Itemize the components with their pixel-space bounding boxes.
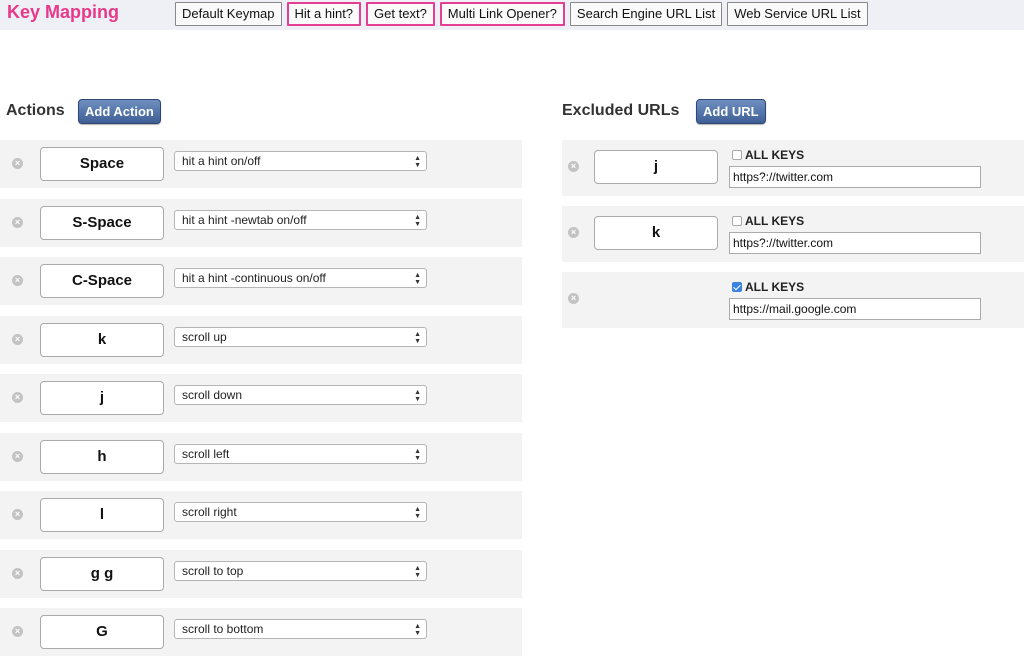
action-select-value: hit a hint on/off	[182, 154, 261, 168]
key-input[interactable]: h	[40, 439, 164, 474]
remove-circle-icon[interactable]: ×	[12, 450, 23, 462]
all-keys-toggle[interactable]: ALL KEYS	[732, 148, 804, 162]
up-down-arrow-icon: ▲ ▼	[414, 623, 421, 637]
action-row: × k scroll up ▲ ▼	[0, 315, 522, 364]
action-select-value: scroll down	[182, 388, 243, 402]
tab-web-service-url-list[interactable]: Web Service URL List	[727, 2, 868, 26]
action-select[interactable]: scroll to bottom ▲ ▼	[174, 619, 427, 639]
key-input[interactable]: G	[40, 615, 164, 649]
all-keys-toggle[interactable]: ALL KEYS	[732, 280, 804, 294]
remove-circle-icon[interactable]: ×	[568, 227, 579, 238]
all-keys-label: ALL KEYS	[745, 214, 805, 228]
action-select-value: hit a hint -newtab on/off	[182, 212, 307, 227]
action-select[interactable]: scroll left ▲ ▼	[174, 443, 427, 464]
up-down-arrow-icon: ▲ ▼	[414, 272, 421, 286]
key-input[interactable]: g g	[40, 556, 164, 591]
remove-circle-icon[interactable]: ×	[12, 216, 23, 228]
all-keys-checkbox[interactable]	[732, 282, 742, 292]
action-row: × Gscroll to bottom ▲ ▼	[0, 608, 522, 656]
action-select-value: scroll up	[182, 329, 227, 344]
action-select-value: scroll to top	[182, 563, 244, 578]
nav-tabs: Default Keymap Hit a hint? Get text? Multi …	[175, 2, 868, 26]
top-bar: Key Mapping Default Keymap Hit a hint? Get…	[0, 0, 1024, 30]
key-input[interactable]: l	[40, 498, 164, 532]
action-row: × j scroll down ▲ ▼	[0, 374, 522, 422]
remove-circle-icon[interactable]: ×	[12, 333, 23, 345]
remove-circle-icon[interactable]: ×	[12, 275, 23, 286]
action-row: × l scroll right ▲ ▼	[0, 491, 522, 539]
add-url-button[interactable]: Add URL	[696, 99, 766, 124]
action-row: × S-Space hit a hint -newtab on/off ▲ ▼	[0, 198, 522, 247]
page-title: Key Mapping	[7, 2, 120, 22]
action-select-value: scroll to bottom	[182, 622, 264, 636]
all-keys-label: ALL KEYS	[745, 280, 805, 294]
action-select[interactable]: scroll to top ▲ ▼	[174, 560, 427, 581]
all-keys-label: ALL KEYS	[745, 148, 805, 162]
excluded-url-row: × j ALL KEYS https?://twitter.com	[562, 140, 1024, 196]
excluded-url-row: × ALL KEYS https://mail.google.com	[562, 272, 1024, 328]
key-input[interactable]: k	[40, 322, 164, 357]
action-select-value: scroll right	[182, 505, 237, 519]
action-row: × Space hit a hint on/off ▲ ▼	[0, 140, 522, 188]
up-down-arrow-icon: ▲ ▼	[414, 330, 421, 345]
remove-circle-icon[interactable]: ×	[568, 161, 579, 172]
action-select[interactable]: scroll up ▲ ▼	[174, 326, 427, 347]
remove-circle-icon[interactable]: ×	[12, 626, 23, 637]
tab-search-engine-url-list[interactable]: Search Engine URL List	[569, 2, 723, 26]
action-row: × C-Space hit a hint -continuous on/off ▲ ▼	[0, 257, 522, 305]
action-select-value: hit a hint -continuous on/off	[182, 271, 326, 285]
key-input[interactable]: k	[594, 216, 718, 250]
up-down-arrow-icon: ▲ ▼	[414, 447, 421, 462]
remove-circle-icon[interactable]: ×	[12, 509, 23, 520]
excluded-url-row: × k ALL KEYS https?://twitter.com	[562, 206, 1024, 262]
up-down-arrow-icon: ▲ ▼	[414, 155, 421, 169]
remove-circle-icon[interactable]: ×	[12, 158, 23, 169]
all-keys-toggle[interactable]: ALL KEYS	[732, 214, 804, 228]
url-pattern-input[interactable]: https?://twitter.com	[729, 166, 981, 188]
key-input[interactable]: j	[40, 381, 164, 415]
remove-circle-icon[interactable]: ×	[12, 392, 23, 403]
all-keys-checkbox[interactable]	[732, 216, 742, 226]
url-pattern-input[interactable]: https://mail.google.com	[729, 298, 981, 320]
tab-get-text[interactable]: Get text?	[366, 2, 435, 26]
action-row: × h scroll left ▲ ▼	[0, 432, 522, 481]
action-select[interactable]: scroll right ▲ ▼	[174, 502, 427, 522]
key-input[interactable]: j	[594, 150, 718, 184]
remove-circle-icon[interactable]: ×	[568, 293, 579, 304]
up-down-arrow-icon: ▲ ▼	[414, 213, 421, 228]
remove-circle-icon[interactable]: ×	[12, 567, 23, 579]
all-keys-checkbox[interactable]	[732, 150, 742, 160]
url-pattern-input[interactable]: https?://twitter.com	[729, 232, 981, 254]
action-select[interactable]: hit a hint -continuous on/off ▲ ▼	[174, 268, 427, 288]
action-select[interactable]: scroll down ▲ ▼	[174, 385, 427, 405]
tab-hit-a-hint[interactable]: Hit a hint?	[286, 2, 362, 26]
up-down-arrow-icon: ▲ ▼	[414, 564, 421, 579]
action-select[interactable]: hit a hint -newtab on/off ▲ ▼	[174, 209, 427, 230]
key-input[interactable]: C-Space	[40, 264, 164, 298]
action-select-value: scroll left	[182, 446, 230, 461]
action-select[interactable]: hit a hint on/off ▲ ▼	[174, 151, 427, 171]
action-row: × g g scroll to top ▲ ▼	[0, 549, 522, 598]
actions-title: Actions	[6, 102, 65, 119]
tab-default-keymap[interactable]: Default Keymap	[175, 2, 282, 26]
up-down-arrow-icon: ▲ ▼	[414, 389, 421, 403]
up-down-arrow-icon: ▲ ▼	[414, 506, 421, 520]
add-action-button[interactable]: Add Action	[78, 99, 161, 124]
key-input[interactable]: Space	[40, 147, 164, 181]
key-input[interactable]: S-Space	[40, 205, 164, 240]
excluded-urls-title: Excluded URLs	[562, 102, 680, 119]
tab-multi-link-opener[interactable]: Multi Link Opener?	[439, 2, 565, 26]
